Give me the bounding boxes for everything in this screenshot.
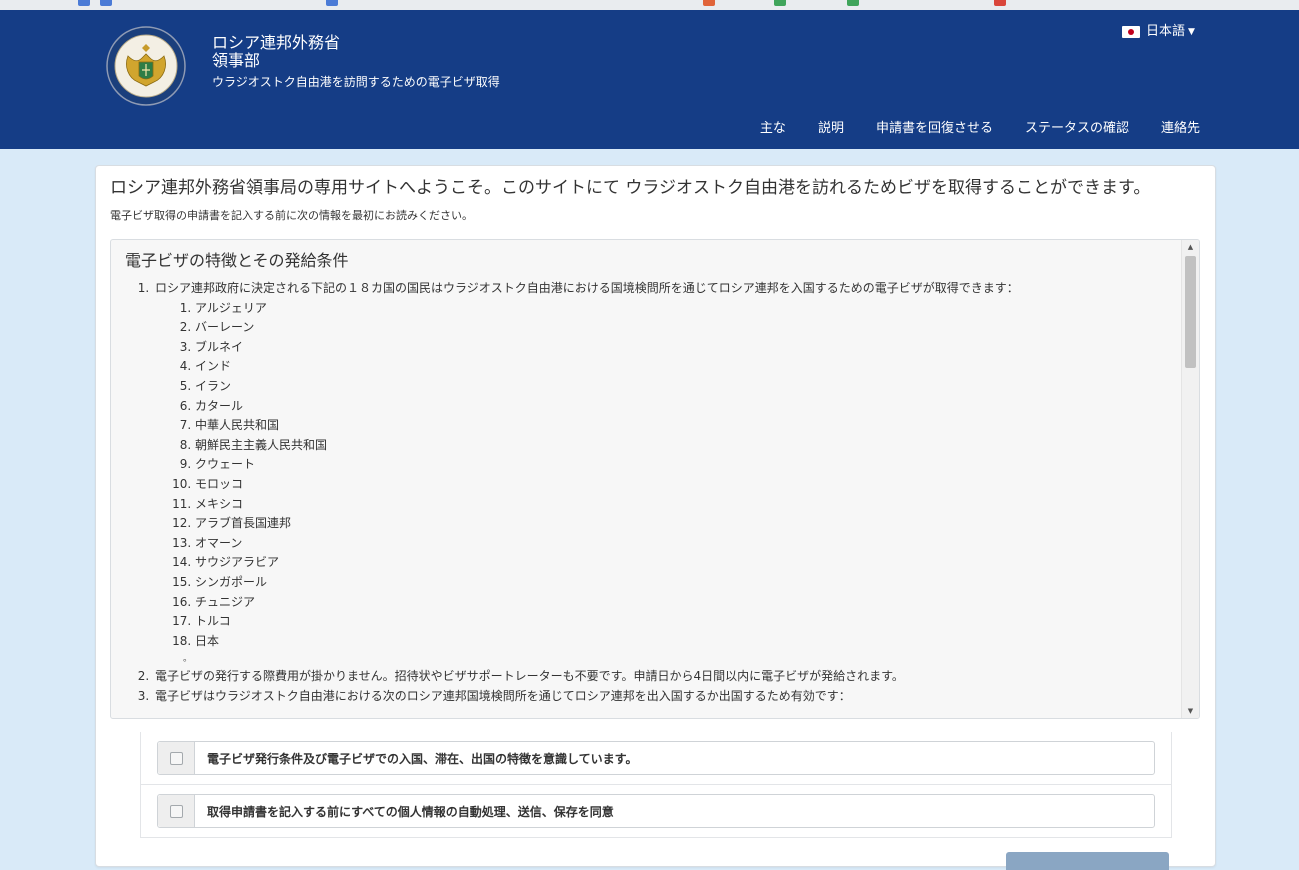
country-item: メキシコ xyxy=(195,495,1167,515)
country-item: クウェート xyxy=(195,455,1167,475)
bookmark-icon[interactable] xyxy=(774,0,786,6)
country-item: チュニジア xyxy=(195,593,1167,613)
country-item: サウジアラビア xyxy=(195,553,1167,573)
japan-flag-icon xyxy=(1122,26,1140,38)
terms-item-text: 電子ビザはウラジオストク自由港における次のロシア連邦国境検問所を通じてロシア連邦… xyxy=(155,688,851,703)
consent-item: 電子ビザ発行条件及び電子ビザでの入国、滞在、出国の特徴を意識しています。 xyxy=(141,732,1171,785)
consent-conditions-label[interactable]: 電子ビザ発行条件及び電子ビザでの入国、滞在、出国の特徴を意識しています。 xyxy=(195,742,637,774)
checkbox-addon xyxy=(158,742,195,774)
bookmark-icon[interactable] xyxy=(994,0,1006,6)
country-item: アラブ首長国連邦 xyxy=(195,514,1167,534)
country-item: アルジェリア xyxy=(195,299,1167,319)
proceed-button[interactable] xyxy=(1006,852,1169,870)
consent-personal-data-label[interactable]: 取得申請書を記入する前にすべての個人情報の自動処理、送信、保存を同意 xyxy=(195,795,614,827)
country-item: シンガポール xyxy=(195,573,1167,593)
consent-personal-data-checkbox-row[interactable]: 取得申請書を記入する前にすべての個人情報の自動処理、送信、保存を同意 xyxy=(157,794,1155,828)
country-item: トルコ xyxy=(195,612,1167,632)
terms-heading: 電子ビザの特徴とその発給条件 xyxy=(125,251,349,270)
terms-list: ロシア連邦政府に決定される下記の１８カ国の国民はウラジオストク自由港における国境… xyxy=(125,279,1167,706)
country-item: イラン xyxy=(195,377,1167,397)
nav-item-main[interactable]: 主な xyxy=(760,120,786,138)
country-item: 日本 xyxy=(195,632,1167,652)
read-first-note: 電子ビザ取得の申請書を記入する前に次の情報を最初にお読みください。 xyxy=(110,209,473,222)
country-item: モロッコ xyxy=(195,475,1167,495)
bookmark-icon[interactable] xyxy=(100,0,112,6)
consent-item: 取得申請書を記入する前にすべての個人情報の自動処理、送信、保存を同意 xyxy=(141,785,1171,838)
consent-section: 電子ビザ発行条件及び電子ビザでの入国、滞在、出国の特徴を意識しています。 取得申… xyxy=(140,732,1172,838)
terms-scroll-box[interactable]: 電子ビザの特徴とその発給条件 ロシア連邦政府に決定される下記の１８カ国の国民はウ… xyxy=(110,239,1200,719)
site-subtitle: 領事部 xyxy=(212,51,261,70)
site-header: ロシア連邦外務省 領事部 ウラジオストク自由港を訪問するための電子ビザ取得 日本… xyxy=(0,10,1299,149)
scroll-up-arrow-icon[interactable]: ▲ xyxy=(1182,240,1199,254)
country-item: オマーン xyxy=(195,534,1167,554)
nav-item-description[interactable]: 説明 xyxy=(818,120,844,138)
consent-conditions-checkbox-row[interactable]: 電子ビザ発行条件及び電子ビザでの入国、滞在、出国の特徴を意識しています。 xyxy=(157,741,1155,775)
terms-item: 電子ビザの発行する際費用が掛かりません。招待状やビザサポートレーターも不要です。… xyxy=(153,667,1167,687)
welcome-heading: ロシア連邦外務省領事局の専用サイトへようこそ。このサイトにて ウラジオストク自由… xyxy=(110,178,1151,198)
country-item: 朝鮮民主主義人民共和国 xyxy=(195,436,1167,456)
country-item: インド xyxy=(195,357,1167,377)
language-label: 日本語 xyxy=(1146,24,1186,39)
nav-item-check-status[interactable]: ステータスの確認 xyxy=(1025,120,1129,138)
bookmark-icon[interactable] xyxy=(78,0,90,6)
caret-down-icon: ▼ xyxy=(1188,27,1195,37)
terms-scrollbar[interactable]: ▲ ▼ xyxy=(1181,240,1199,718)
site-description: ウラジオストク自由港を訪問するための電子ビザ取得 xyxy=(212,75,500,89)
terms-item: 電子ビザはウラジオストク自由港における次のロシア連邦国境検問所を通じてロシア連邦… xyxy=(153,687,1167,707)
terms-item-text: ロシア連邦政府に決定される下記の１８カ国の国民はウラジオストク自由港における国境… xyxy=(155,281,1019,295)
scrollbar-thumb[interactable] xyxy=(1185,256,1196,368)
main-panel: ロシア連邦外務省領事局の専用サイトへようこそ。このサイトにて ウラジオストク自由… xyxy=(95,165,1216,870)
main-nav: 主な 説明 申請書を回復させる ステータスの確認 連絡先 xyxy=(760,120,1200,138)
country-item: カタール xyxy=(195,397,1167,417)
terms-item: ロシア連邦政府に決定される下記の１８カ国の国民はウラジオストク自由港における国境… xyxy=(153,279,1167,667)
list-end-dot: 。 xyxy=(183,654,193,665)
scroll-down-arrow-icon[interactable]: ▼ xyxy=(1182,704,1199,718)
bookmark-icon[interactable] xyxy=(847,0,859,6)
checkbox-icon[interactable] xyxy=(169,804,183,818)
language-selector[interactable]: 日本語 ▼ xyxy=(1122,23,1195,41)
terms-item-text: 電子ビザの発行する際費用が掛かりません。招待状やビザサポートレーターも不要です。… xyxy=(155,669,904,684)
country-list: アルジェリア バーレーン ブルネイ インド イラン カタール 中華人民共和国 朝… xyxy=(155,299,1167,652)
country-item: 中華人民共和国 xyxy=(195,416,1167,436)
checkbox-icon[interactable] xyxy=(169,751,183,765)
mfa-emblem-icon[interactable] xyxy=(106,26,186,106)
nav-item-restore-application[interactable]: 申請書を回復させる xyxy=(876,120,993,138)
terms-content: 電子ビザの特徴とその発給条件 ロシア連邦政府に決定される下記の１８カ国の国民はウ… xyxy=(111,240,1181,718)
country-item: バーレーン xyxy=(195,318,1167,338)
nav-item-contacts[interactable]: 連絡先 xyxy=(1161,120,1200,138)
bookmark-icon[interactable] xyxy=(703,0,715,6)
browser-toolbar-strip xyxy=(0,0,1299,10)
checkbox-addon xyxy=(158,795,195,827)
country-item: ブルネイ xyxy=(195,338,1167,358)
bookmark-icon[interactable] xyxy=(326,0,338,6)
